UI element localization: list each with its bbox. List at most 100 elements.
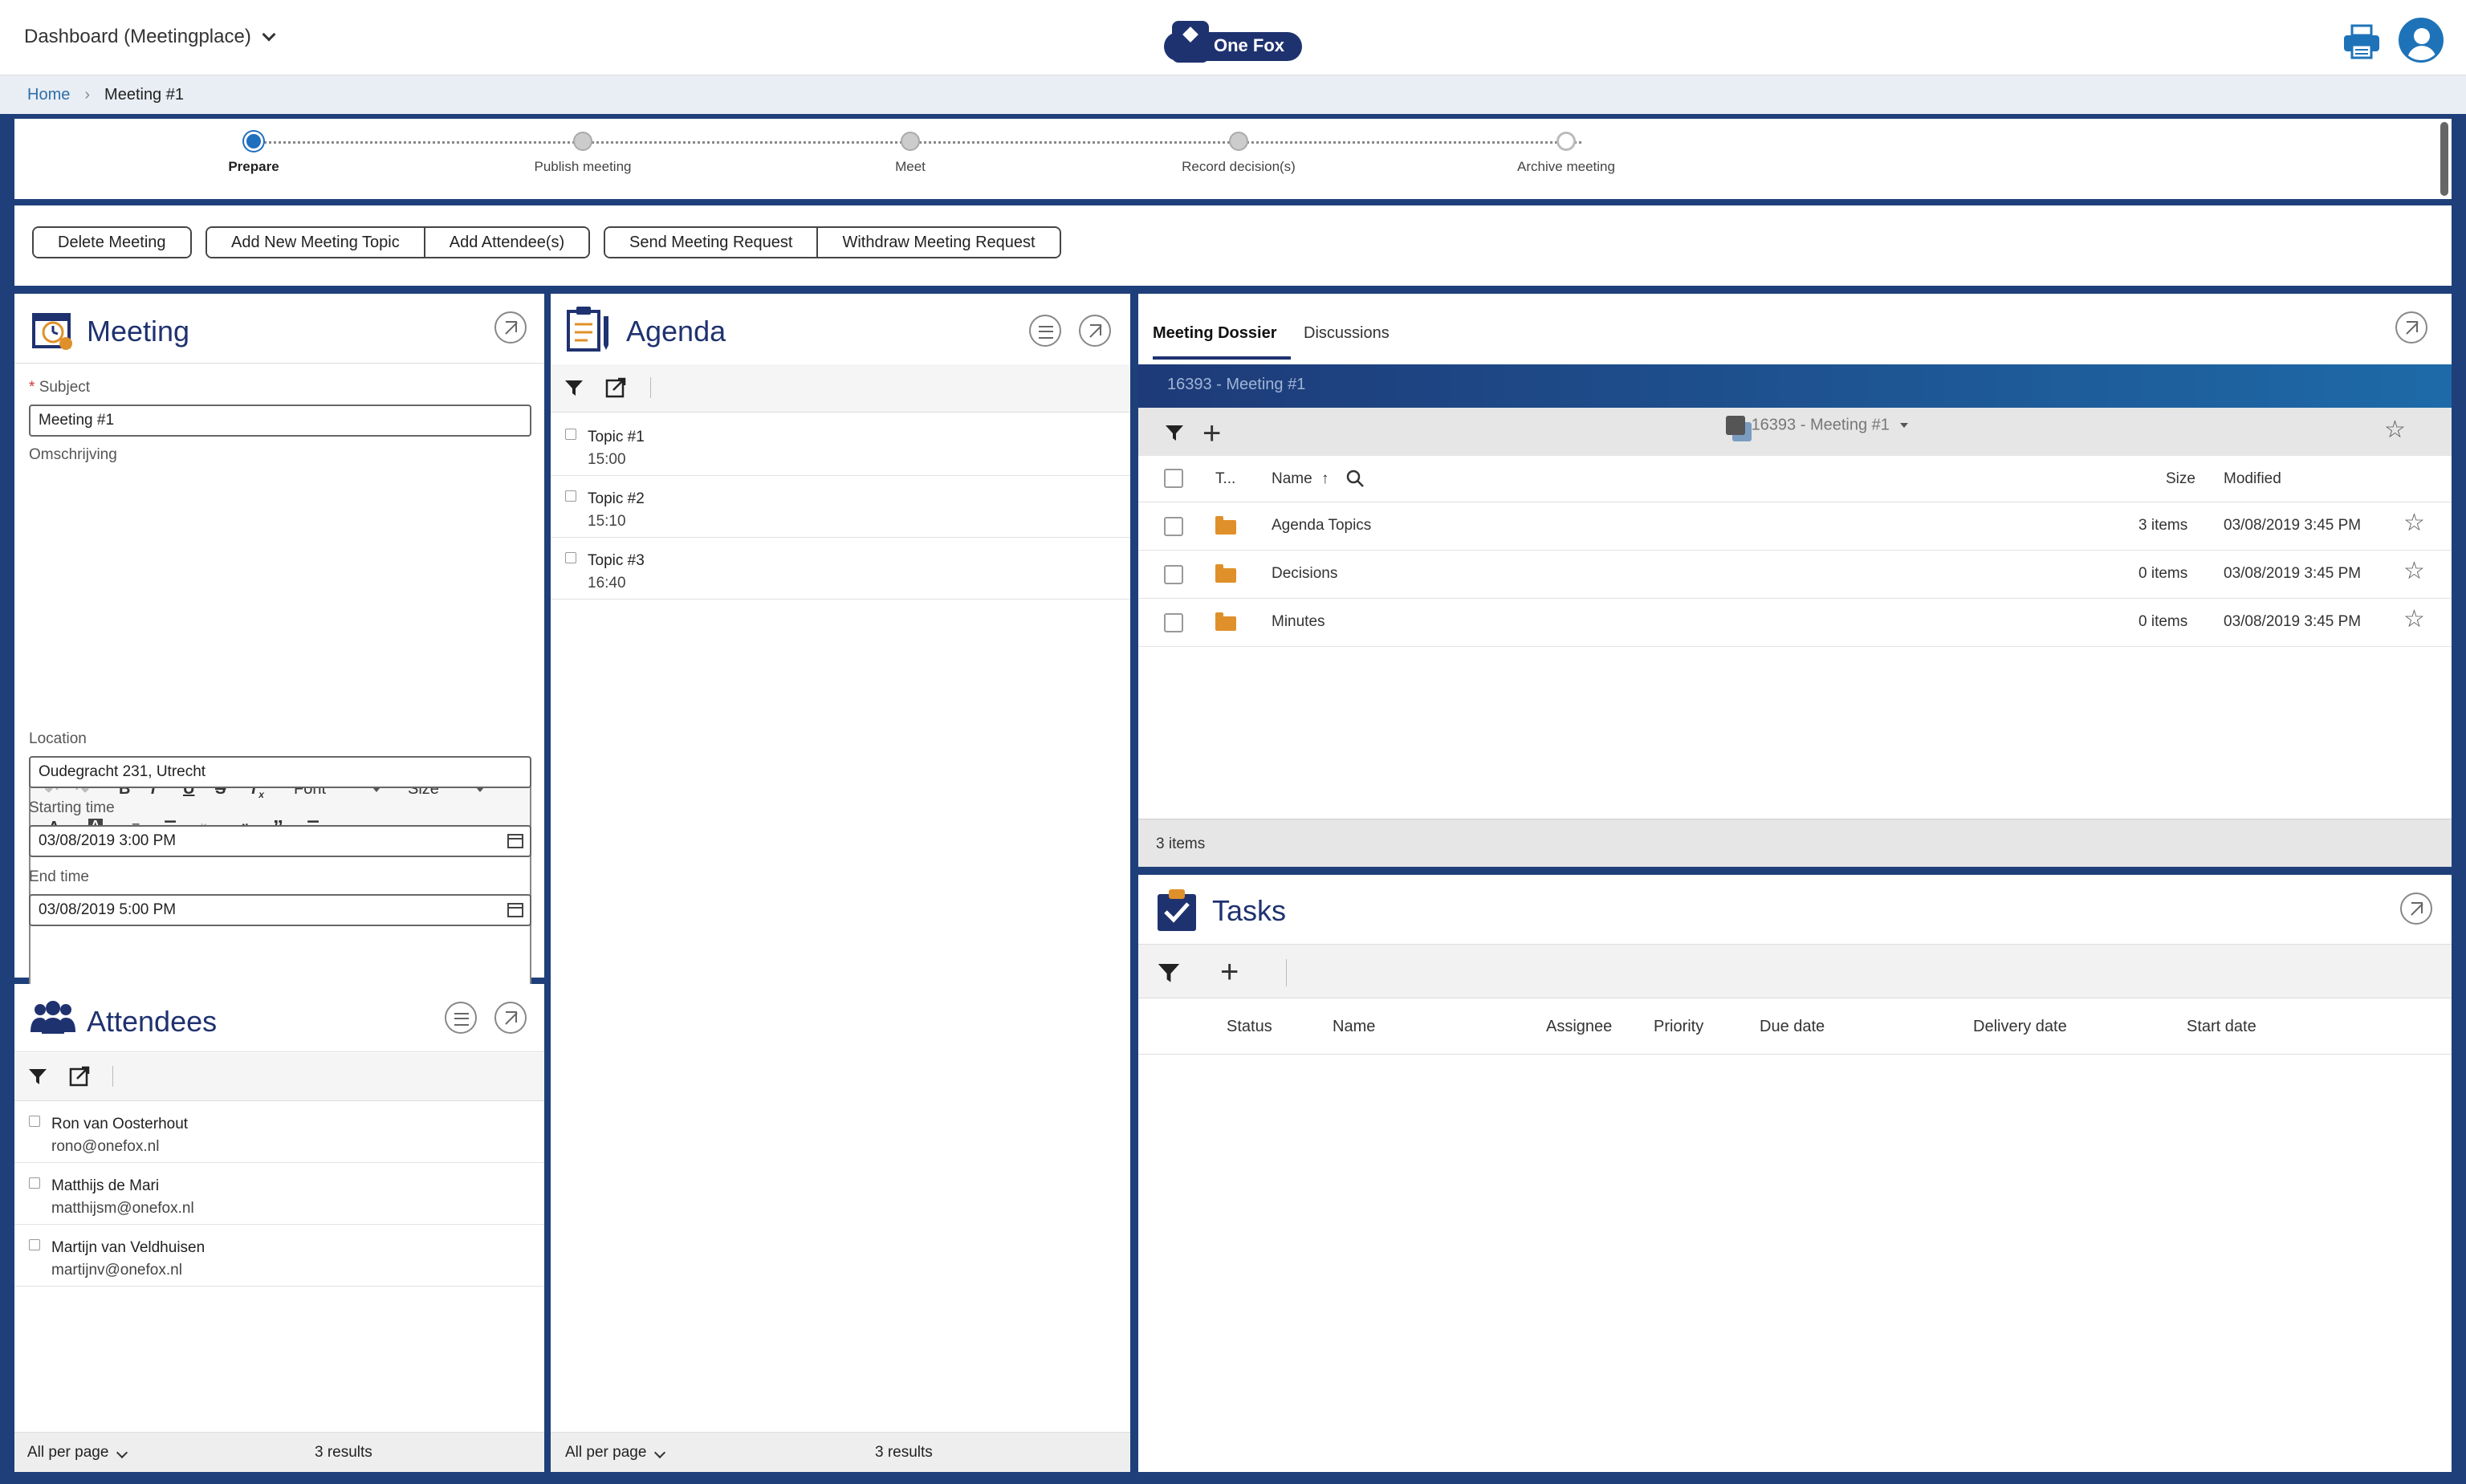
delete-meeting-button[interactable]: Delete Meeting xyxy=(34,228,190,257)
name-column-header[interactable]: Name xyxy=(1333,1018,1375,1036)
send-meeting-request-button[interactable]: Send Meeting Request xyxy=(605,228,819,257)
attendees-panel-title: Attendees xyxy=(87,1005,218,1038)
meeting-panel: Meeting * Subject Meeting #1 Omschrijvin… xyxy=(14,294,544,1021)
attendees-footer: All per page 3 results xyxy=(14,1432,544,1472)
step-indicator xyxy=(1229,132,1248,151)
step-prepare[interactable]: Prepare xyxy=(173,132,334,175)
modified-column-header[interactable]: Modified xyxy=(2224,470,2281,488)
expand-icon[interactable] xyxy=(494,1002,527,1034)
table-row[interactable]: Minutes 0 items 03/08/2019 3:45 PM ☆ xyxy=(1138,599,2452,647)
filter-icon[interactable] xyxy=(1158,964,1180,983)
folder-selector[interactable]: 16393 - Meeting #1 xyxy=(1726,416,1909,435)
size-column-header[interactable]: Size xyxy=(2166,470,2195,488)
step-publish-meeting[interactable]: Publish meeting xyxy=(503,132,663,175)
step-meet[interactable]: Meet xyxy=(830,132,991,175)
step-indicator xyxy=(901,132,920,151)
folder-icon xyxy=(1215,564,1236,583)
agenda-topic-row[interactable]: Topic #2 15:10 xyxy=(551,476,1130,538)
print-icon[interactable] xyxy=(2342,24,2381,59)
calendar-icon[interactable] xyxy=(507,903,523,917)
calendar-icon[interactable] xyxy=(507,834,523,848)
add-task-icon[interactable]: + xyxy=(1220,956,1239,988)
name-column-header[interactable]: Name ↑ xyxy=(1272,470,1329,488)
favorite-star-icon[interactable]: ☆ xyxy=(2403,605,2425,633)
topic-checkbox[interactable] xyxy=(565,552,576,563)
user-avatar[interactable] xyxy=(2399,18,2444,63)
open-external-icon[interactable] xyxy=(69,1066,90,1087)
dossier-footer: 3 items xyxy=(1138,819,2452,867)
expand-icon[interactable] xyxy=(2400,892,2432,925)
per-page-dropdown[interactable]: All per page xyxy=(565,1444,666,1462)
breadcrumb-current: Meeting #1 xyxy=(104,85,184,104)
step-indicator xyxy=(573,132,592,151)
stacked-folders-icon xyxy=(1726,416,1745,435)
delete-group: Delete Meeting xyxy=(32,226,192,258)
add-meeting-topic-button[interactable]: Add New Meeting Topic xyxy=(207,228,425,257)
tab-discussions[interactable]: Discussions xyxy=(1304,324,1390,343)
search-icon[interactable] xyxy=(1345,469,1365,488)
favorite-star-icon[interactable]: ☆ xyxy=(2403,509,2425,537)
step-indicator xyxy=(244,132,263,151)
start-date-column-header[interactable]: Start date xyxy=(2187,1018,2256,1036)
agenda-panel-title: Agenda xyxy=(626,315,726,348)
expand-icon[interactable] xyxy=(2395,311,2427,344)
favorite-star-icon[interactable]: ☆ xyxy=(2384,416,2406,444)
step-indicator xyxy=(1557,132,1576,151)
table-row[interactable]: Decisions 0 items 03/08/2019 3:45 PM ☆ xyxy=(1138,551,2452,599)
row-checkbox[interactable] xyxy=(1164,613,1183,632)
due-date-column-header[interactable]: Due date xyxy=(1760,1018,1825,1036)
attendee-checkbox[interactable] xyxy=(29,1239,40,1250)
one-fox-logo[interactable]: One Fox xyxy=(1164,21,1302,63)
type-column-header[interactable]: T... xyxy=(1215,470,1235,488)
tab-meeting-dossier[interactable]: Meeting Dossier xyxy=(1153,324,1276,343)
agenda-topic-row[interactable]: Topic #1 15:00 xyxy=(551,414,1130,476)
location-field[interactable]: Oudegracht 231, Utrecht xyxy=(29,756,531,788)
filter-icon[interactable] xyxy=(29,1069,47,1085)
dossier-table-header: T... Name ↑ Size Modified xyxy=(1138,456,2452,502)
favorite-star-icon[interactable]: ☆ xyxy=(2403,557,2425,585)
end-time-field[interactable]: 03/08/2019 5:00 PM xyxy=(29,894,531,926)
attendees-panel: Attendees Ron van Oosterhout rono@onefox… xyxy=(14,984,544,1472)
menu-icon[interactable] xyxy=(445,1002,477,1034)
priority-column-header[interactable]: Priority xyxy=(1654,1018,1703,1036)
add-attendees-button[interactable]: Add Attendee(s) xyxy=(425,228,589,257)
delivery-date-column-header[interactable]: Delivery date xyxy=(1973,1018,2067,1036)
menu-icon[interactable] xyxy=(1029,315,1061,347)
expand-icon[interactable] xyxy=(1079,315,1111,347)
per-page-dropdown[interactable]: All per page xyxy=(27,1444,128,1462)
breadcrumb-home-link[interactable]: Home xyxy=(27,86,70,104)
table-row[interactable]: Agenda Topics 3 items 03/08/2019 3:45 PM… xyxy=(1138,502,2452,551)
attendee-checkbox[interactable] xyxy=(29,1177,40,1189)
attendee-row[interactable]: Martijn van Veldhuisen martijnv@onefox.n… xyxy=(14,1225,544,1287)
meeting-panel-title: Meeting xyxy=(87,315,190,348)
attendee-row[interactable]: Matthijs de Mari matthijsm@onefox.nl xyxy=(14,1163,544,1225)
row-checkbox[interactable] xyxy=(1164,517,1183,536)
row-checkbox[interactable] xyxy=(1164,565,1183,584)
open-external-icon[interactable] xyxy=(605,377,626,398)
topic-checkbox[interactable] xyxy=(565,490,576,502)
dossier-panel: Meeting Dossier Discussions 16393 - Meet… xyxy=(1138,294,2452,867)
expand-icon[interactable] xyxy=(494,311,527,344)
add-icon[interactable]: + xyxy=(1202,417,1221,449)
select-all-checkbox[interactable] xyxy=(1164,469,1183,488)
status-column-header[interactable]: Status xyxy=(1227,1018,1272,1036)
filter-icon[interactable] xyxy=(565,380,583,396)
subject-field[interactable]: Meeting #1 xyxy=(29,405,531,437)
starting-time-field[interactable]: 03/08/2019 3:00 PM xyxy=(29,825,531,857)
agenda-clipboard-icon xyxy=(565,305,610,353)
top-bar: Dashboard (Meetingplace) One Fox xyxy=(0,0,2466,75)
withdraw-meeting-request-button[interactable]: Withdraw Meeting Request xyxy=(818,228,1060,257)
dashboard-selector[interactable]: Dashboard (Meetingplace) xyxy=(24,26,276,48)
assignee-column-header[interactable]: Assignee xyxy=(1546,1018,1612,1036)
results-count: 3 results xyxy=(315,1444,372,1461)
step-record-decisions[interactable]: Record decision(s) xyxy=(1158,132,1319,175)
steps-scrollbar[interactable] xyxy=(2440,122,2448,196)
step-archive-meeting[interactable]: Archive meeting xyxy=(1486,132,1646,175)
filter-icon[interactable] xyxy=(1166,425,1183,441)
attendee-checkbox[interactable] xyxy=(29,1116,40,1127)
topic-checkbox[interactable] xyxy=(565,429,576,440)
tasks-table-header: Status Name Assignee Priority Due date D… xyxy=(1138,998,2452,1055)
subject-label: * Subject xyxy=(29,379,91,396)
agenda-topic-row[interactable]: Topic #3 16:40 xyxy=(551,538,1130,600)
attendee-row[interactable]: Ron van Oosterhout rono@onefox.nl xyxy=(14,1101,544,1163)
